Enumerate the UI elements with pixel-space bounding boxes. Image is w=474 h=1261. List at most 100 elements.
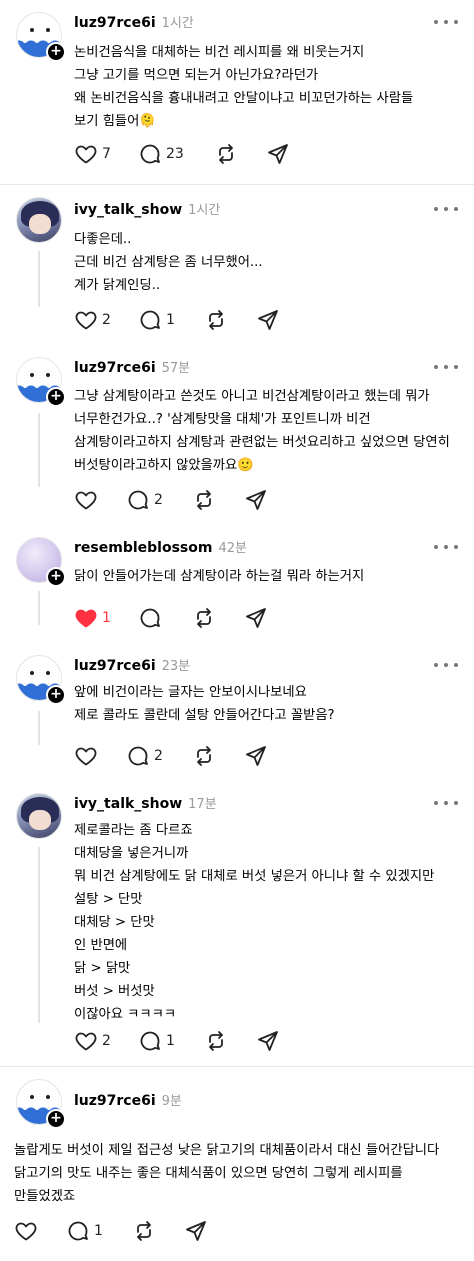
reply-count: 1 xyxy=(166,1033,175,1049)
reply-count: 2 xyxy=(154,748,163,764)
timestamp: 57분 xyxy=(161,361,191,376)
comment-icon xyxy=(128,490,148,510)
more-icon[interactable] xyxy=(434,201,458,217)
reply-count: 1 xyxy=(94,1223,103,1239)
plus-icon[interactable]: + xyxy=(46,567,66,587)
username[interactable]: luz97rce6i xyxy=(74,658,156,674)
repost-button[interactable] xyxy=(204,1028,256,1054)
reply-count: 23 xyxy=(166,146,184,162)
send-icon xyxy=(268,144,288,164)
reply-button[interactable]: 2 xyxy=(126,487,192,513)
more-icon[interactable] xyxy=(434,539,458,555)
avatar[interactable]: + xyxy=(16,655,66,705)
send-icon xyxy=(258,310,278,330)
reply-button[interactable]: 1 xyxy=(66,1218,132,1244)
repost-button[interactable] xyxy=(132,1218,184,1244)
avatar[interactable]: + xyxy=(16,357,66,407)
post-text: 다좋은데.. 근데 비건 삼계탕은 좀 너무했어... 계가 닭계인딩.. xyxy=(74,232,263,293)
username[interactable]: resembleblossom xyxy=(74,540,212,556)
heart-icon xyxy=(75,747,97,766)
post-header: luz97rce6i 23분 xyxy=(74,655,190,675)
timestamp: 1시간 xyxy=(188,203,221,218)
share-button[interactable] xyxy=(266,141,290,167)
like-button[interactable] xyxy=(74,743,126,769)
post-text: 그냥 삼계탕이라고 쓴것도 아니고 비건삼계탕이라고 했는데 뭐가 너무한건가요… xyxy=(74,389,450,473)
repost-icon xyxy=(219,144,233,164)
post: + luz97rce6i 57분 그냥 삼계탕이라고 쓴것도 아니고 비건삼계탕… xyxy=(0,345,474,525)
repost-button[interactable] xyxy=(204,307,256,333)
post-header: luz97rce6i 9분 xyxy=(74,1090,182,1110)
reply-button[interactable]: 23 xyxy=(138,141,214,167)
reply-button[interactable]: 1 xyxy=(138,307,204,333)
comment-icon xyxy=(140,310,160,330)
send-icon xyxy=(246,608,266,628)
like-button[interactable]: 2 xyxy=(74,1028,138,1054)
repost-icon xyxy=(137,1221,151,1241)
action-bar: 2 xyxy=(74,743,268,769)
repost-icon xyxy=(197,490,211,510)
plus-icon[interactable]: + xyxy=(46,42,66,62)
like-button[interactable]: 7 xyxy=(74,141,138,167)
username[interactable]: luz97rce6i xyxy=(74,15,156,31)
reply-count: 2 xyxy=(154,492,163,508)
username[interactable]: ivy_talk_show xyxy=(74,202,182,218)
repost-icon xyxy=(197,746,211,766)
avatar[interactable]: + xyxy=(16,1079,66,1129)
repost-button[interactable] xyxy=(192,487,244,513)
timestamp: 9분 xyxy=(161,1094,182,1109)
heart-icon xyxy=(75,491,97,510)
thread-line xyxy=(38,251,40,307)
share-button[interactable] xyxy=(256,307,280,333)
avatar[interactable]: + xyxy=(16,12,66,62)
comment-icon xyxy=(140,1031,160,1051)
like-button[interactable]: 2 xyxy=(74,307,138,333)
reply-button[interactable]: 1 xyxy=(138,1028,204,1054)
avatar[interactable] xyxy=(16,197,62,243)
more-icon[interactable] xyxy=(434,359,458,375)
like-count: 2 xyxy=(102,312,111,328)
post: ivy_talk_show 17분 제로콜라는 좀 다르죠 대체당을 넣은거니까… xyxy=(0,783,474,1063)
action-bar: 2 1 xyxy=(74,1028,280,1054)
reply-count: 1 xyxy=(166,312,175,328)
post: ivy_talk_show 1시간 다좋은데.. 근데 비건 삼계탕은 좀 너무… xyxy=(0,185,474,345)
plus-icon[interactable]: + xyxy=(46,387,66,407)
reply-button[interactable] xyxy=(138,605,192,631)
repost-icon xyxy=(209,1031,223,1051)
like-button[interactable] xyxy=(14,1218,66,1244)
post-text: 논비건음식을 대체하는 비건 레시피를 왜 비웃는거지 그냥 고기를 먹으면 되… xyxy=(74,45,414,129)
repost-button[interactable] xyxy=(192,605,244,631)
like-button[interactable] xyxy=(74,487,126,513)
more-icon[interactable] xyxy=(434,657,458,673)
username[interactable]: luz97rce6i xyxy=(74,360,156,376)
repost-icon xyxy=(197,608,211,628)
post: + resembleblossom 42분 닭이 안들어가는데 삼계탕이라 하는… xyxy=(0,525,474,643)
repost-button[interactable] xyxy=(192,743,244,769)
repost-button[interactable] xyxy=(214,141,266,167)
share-button[interactable] xyxy=(244,743,268,769)
post: + luz97rce6i 1시간 논비건음식을 대체하는 비건 레시피를 왜 비… xyxy=(0,0,474,185)
share-button[interactable] xyxy=(244,605,268,631)
more-icon[interactable] xyxy=(434,795,458,811)
reply-button[interactable]: 2 xyxy=(126,743,192,769)
send-icon xyxy=(186,1221,206,1241)
action-bar: 1 xyxy=(14,1218,208,1244)
post-header: ivy_talk_show 17분 xyxy=(74,793,217,813)
comment-icon xyxy=(68,1221,88,1241)
avatar[interactable]: + xyxy=(16,537,66,587)
share-button[interactable] xyxy=(184,1218,208,1244)
timestamp: 1시간 xyxy=(161,16,194,31)
heart-icon xyxy=(75,1032,97,1051)
share-button[interactable] xyxy=(244,487,268,513)
more-icon[interactable] xyxy=(434,14,458,30)
like-count: 7 xyxy=(102,146,111,162)
send-icon xyxy=(246,746,266,766)
avatar[interactable] xyxy=(16,793,62,839)
action-bar: 1 xyxy=(74,605,268,631)
username[interactable]: ivy_talk_show xyxy=(74,796,182,812)
share-button[interactable] xyxy=(256,1028,280,1054)
plus-icon[interactable]: + xyxy=(46,1109,66,1129)
plus-icon[interactable]: + xyxy=(46,685,66,705)
like-button[interactable]: 1 xyxy=(74,605,138,631)
thread-line xyxy=(38,847,40,1023)
username[interactable]: luz97rce6i xyxy=(74,1093,156,1109)
